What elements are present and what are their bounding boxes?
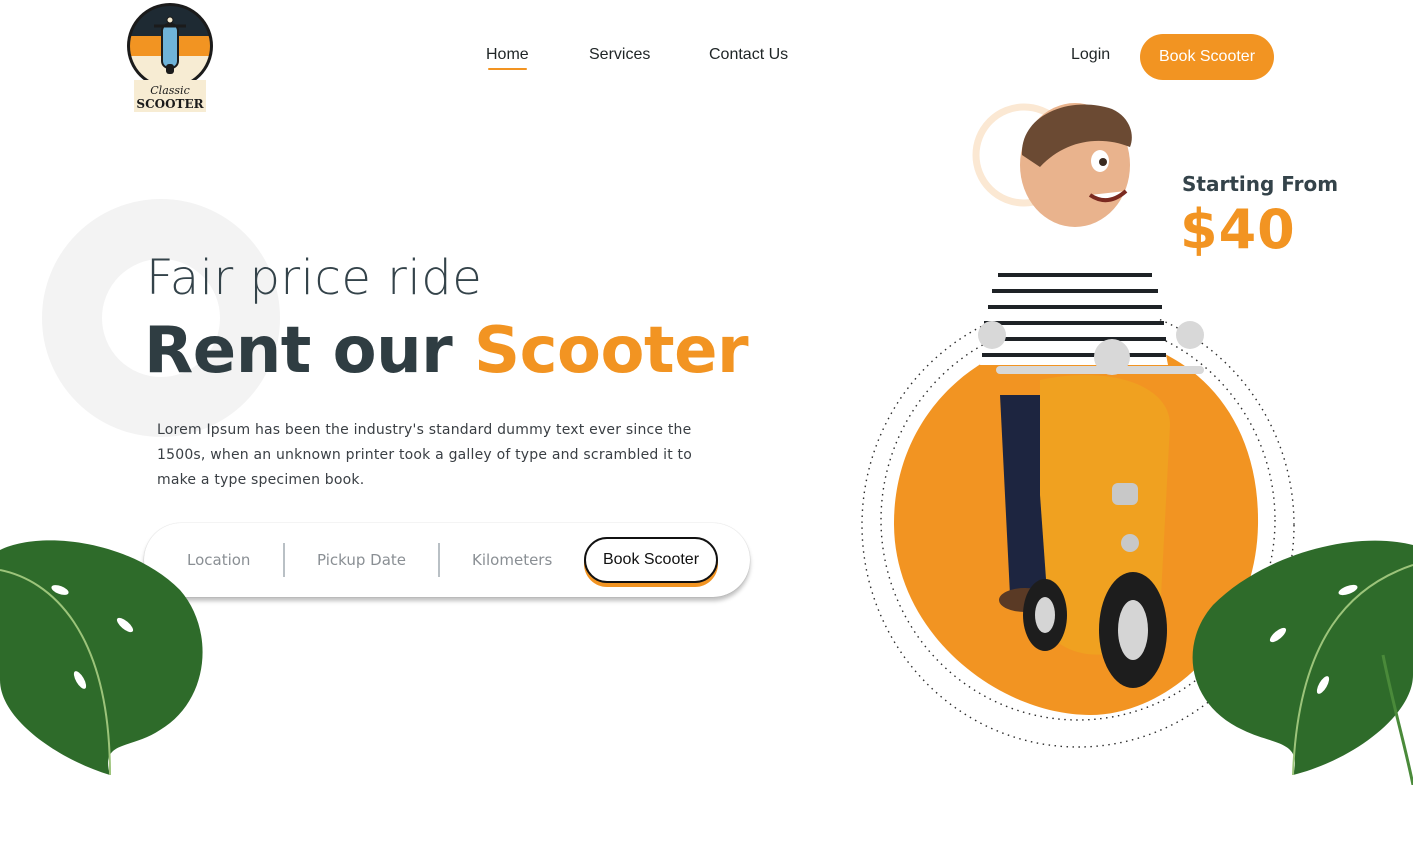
headline-plain: Rent our — [144, 314, 474, 388]
nav-login[interactable]: Login — [1071, 46, 1110, 64]
search-book-scooter-button[interactable]: Book Scooter — [584, 537, 718, 583]
divider — [283, 543, 285, 577]
pickup-date-field[interactable]: Pickup Date — [317, 551, 406, 569]
nav-contact-us[interactable]: Contact Us — [709, 46, 788, 64]
logo-line1: Classic — [150, 84, 189, 97]
classic-scooter-logo[interactable]: Classic SCOOTER — [124, 2, 216, 114]
divider — [438, 543, 440, 577]
nav-services[interactable]: Services — [589, 46, 650, 64]
monstera-leaf-right — [1192, 540, 1413, 785]
hero-headline: Rent our Scooter — [144, 314, 749, 388]
logo-line2: SCOOTER — [136, 97, 204, 111]
kilometers-field[interactable]: Kilometers — [472, 551, 552, 569]
booking-search-bar: Location Pickup Date Kilometers Book Sco… — [144, 523, 750, 597]
hero-tagline: Fair price ride — [146, 250, 483, 306]
monstera-leaf-left — [0, 540, 203, 776]
headline-accent: Scooter — [474, 314, 749, 388]
nav-home[interactable]: Home — [486, 46, 529, 70]
header-book-scooter-button[interactable]: Book Scooter — [1140, 34, 1274, 80]
hero-description: Lorem Ipsum has been the industry's stan… — [157, 422, 692, 488]
